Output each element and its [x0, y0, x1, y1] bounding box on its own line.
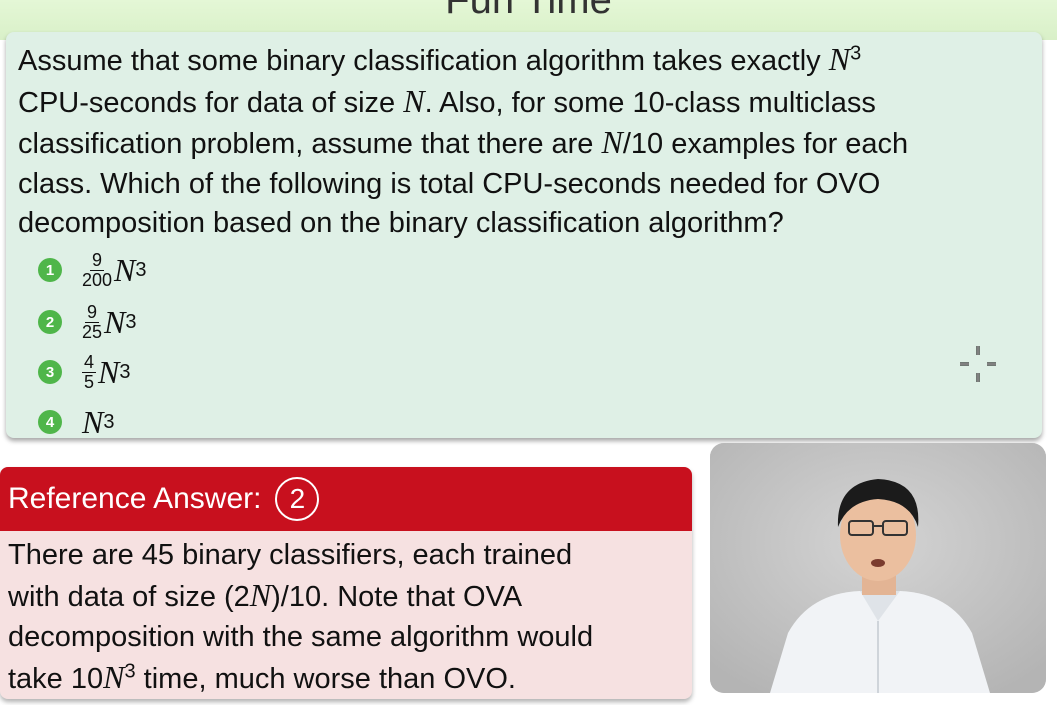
- answer-header: Reference Answer: 2: [0, 467, 692, 531]
- question-line-1: Assume that some binary classification a…: [18, 45, 829, 77]
- fraction-numerator: 9: [90, 249, 105, 271]
- question-text: Assume that some binary classification a…: [18, 40, 1033, 244]
- option-2-badge: 2: [38, 310, 62, 334]
- var-n: N: [403, 82, 425, 119]
- fraction-denominator: 200: [82, 269, 113, 290]
- option-1-expression: 9 200 N3: [82, 249, 147, 290]
- option-1[interactable]: 1 9 200 N3: [38, 250, 147, 290]
- presenter-image: [710, 443, 1046, 693]
- question-line-3: classification problem, assume that ther…: [18, 128, 602, 160]
- option-2-expression: 9 25 N3: [82, 301, 137, 342]
- var-n: N: [828, 41, 851, 77]
- fraction: 4 5: [82, 351, 97, 392]
- answer-label: Reference Answer:: [8, 482, 262, 515]
- fraction-denominator: 5: [84, 371, 95, 392]
- reference-answer-panel: Reference Answer: 2 There are 45 binary …: [0, 467, 692, 699]
- question-line-5: decomposition based on the binary classi…: [18, 207, 784, 239]
- answer-explanation: There are 45 binary classifiers, each tr…: [0, 531, 692, 699]
- var-n: N: [104, 303, 126, 340]
- question-line-3-end: /10 examples for each: [622, 128, 909, 160]
- answer-line-2-end: )/10. Note that OVA: [271, 581, 523, 613]
- option-1-badge: 1: [38, 258, 62, 282]
- answer-number-badge: 2: [275, 477, 320, 521]
- var-n: N: [249, 577, 272, 613]
- answer-line-4-end: time, much worse than OVO.: [135, 663, 516, 695]
- var-n: N: [103, 659, 125, 695]
- question-line-4: class. Which of the following is total C…: [18, 167, 881, 200]
- var-n: N: [82, 403, 104, 440]
- crosshair-cursor-icon: [960, 346, 996, 382]
- fraction-numerator: 9: [85, 301, 100, 323]
- answer-line-3: decomposition with the same algorithm wo…: [8, 621, 594, 653]
- var-n: N: [114, 251, 136, 288]
- option-2[interactable]: 2 9 25 N3: [38, 302, 137, 342]
- option-4[interactable]: 4 N3: [38, 402, 114, 442]
- option-3[interactable]: 3 4 5 N3: [38, 352, 130, 392]
- fraction-numerator: 4: [82, 351, 97, 373]
- option-3-badge: 3: [38, 360, 62, 384]
- option-4-expression: N3: [82, 403, 115, 440]
- question-panel: Assume that some binary classification a…: [6, 32, 1042, 440]
- slide-title: Fun Time: [445, 0, 612, 22]
- exponent: 3: [124, 660, 136, 683]
- answer-line-2: with data of size (2: [8, 581, 250, 613]
- fraction: 9 200: [82, 249, 113, 290]
- question-line-2: CPU-seconds for data of size: [18, 86, 404, 119]
- answer-line-4: take 10: [8, 663, 104, 695]
- answer-line-1: There are 45 binary classifiers, each tr…: [8, 539, 573, 571]
- question-line-2-end: . Also, for some 10-class multiclass: [424, 86, 876, 119]
- option-4-badge: 4: [38, 410, 62, 434]
- presenter-video: [710, 443, 1046, 693]
- var-n: N: [601, 124, 623, 160]
- var-n: N: [98, 353, 120, 390]
- option-3-expression: 4 5 N3: [82, 351, 131, 392]
- fraction-denominator: 25: [82, 321, 103, 342]
- exponent: 3: [850, 42, 862, 65]
- fraction: 9 25: [82, 301, 103, 342]
